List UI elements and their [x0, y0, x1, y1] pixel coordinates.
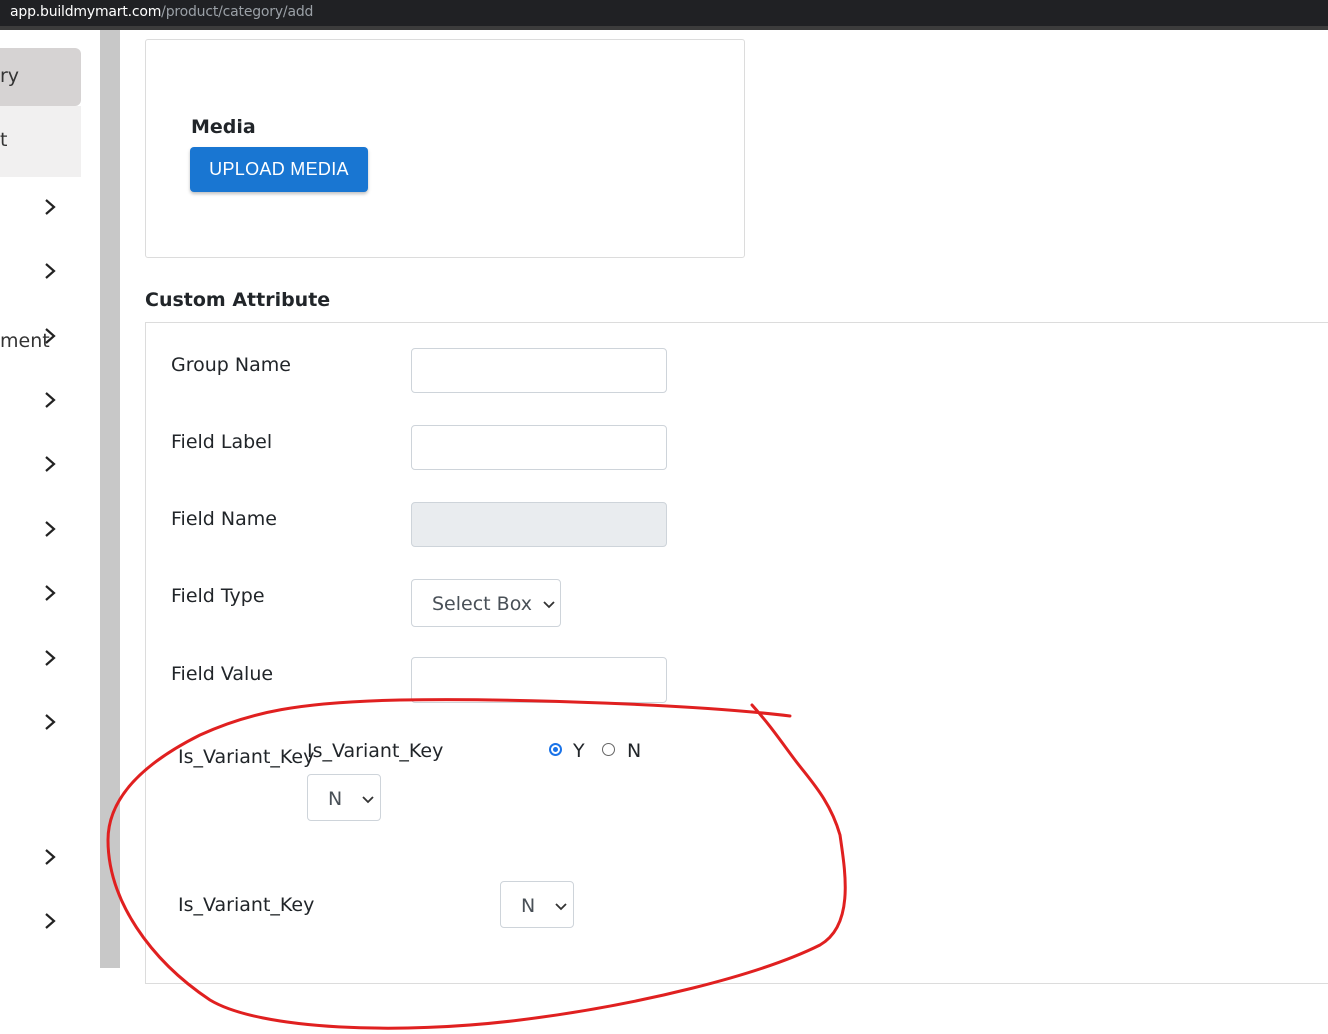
field-label-label: Field Label [171, 431, 273, 453]
field-type-label: Field Type [171, 585, 265, 607]
chevron-down-icon [542, 595, 556, 609]
browser-address-bar[interactable]: app.buildmymart.com/product/category/add [0, 0, 1328, 30]
chevron-right-icon[interactable] [40, 261, 60, 281]
variant-key-select-2-value: N [521, 895, 536, 917]
field-name-label: Field Name [171, 508, 277, 530]
sidebar-item-label: t [0, 129, 8, 151]
chevron-right-icon[interactable] [40, 519, 60, 539]
field-name-input [411, 502, 667, 547]
chevron-right-icon[interactable] [40, 712, 60, 732]
sidebar-item-label: ry [0, 65, 20, 87]
custom-attribute-title: Custom Attribute [145, 289, 331, 311]
chevron-down-icon [554, 897, 568, 911]
field-value-label: Field Value [171, 663, 274, 685]
variant-key-outer-label: Is_Variant_Key [178, 746, 315, 768]
chevron-right-icon[interactable] [40, 326, 60, 346]
chevron-right-icon[interactable] [40, 911, 60, 931]
chevron-right-icon[interactable] [40, 454, 60, 474]
sidebar-scrollbar[interactable] [100, 30, 120, 968]
radio-y-label[interactable]: Y [573, 740, 585, 762]
chevron-right-icon[interactable] [40, 648, 60, 668]
field-value-input[interactable] [411, 657, 667, 703]
chevron-right-icon[interactable] [40, 583, 60, 603]
chevron-right-icon[interactable] [40, 847, 60, 867]
chevron-down-icon [361, 790, 375, 804]
field-type-select[interactable]: Select Box [411, 579, 561, 627]
media-label: Media [191, 116, 256, 138]
variant-key-inner-label: Is_Variant_Key [307, 740, 444, 762]
sidebar-item-active[interactable]: ry [0, 48, 81, 106]
group-name-input[interactable] [411, 348, 667, 393]
group-name-label: Group Name [171, 354, 291, 376]
media-card: Media UPLOAD MEDIA [145, 39, 745, 258]
url-text: app.buildmymart.com/product/category/add [10, 4, 314, 20]
field-label-input[interactable] [411, 425, 667, 470]
chevron-right-icon[interactable] [40, 390, 60, 410]
upload-media-button[interactable]: UPLOAD MEDIA [190, 147, 368, 192]
variant-key-select[interactable]: N [307, 774, 381, 821]
sidebar-subitem[interactable]: t [0, 106, 81, 177]
radio-n-label[interactable]: N [627, 740, 641, 762]
radio-n[interactable] [602, 743, 615, 756]
sidebar: ry t ment [0, 30, 100, 1034]
radio-y[interactable] [549, 743, 562, 756]
field-type-value: Select Box [432, 593, 532, 615]
variant-key-select-value: N [328, 788, 343, 810]
variant-key-select-2[interactable]: N [500, 881, 574, 928]
variant-key-label-2: Is_Variant_Key [178, 894, 315, 916]
custom-attribute-card: Group Name Field Label Field Name Field … [145, 322, 1328, 984]
chevron-right-icon[interactable] [40, 197, 60, 217]
